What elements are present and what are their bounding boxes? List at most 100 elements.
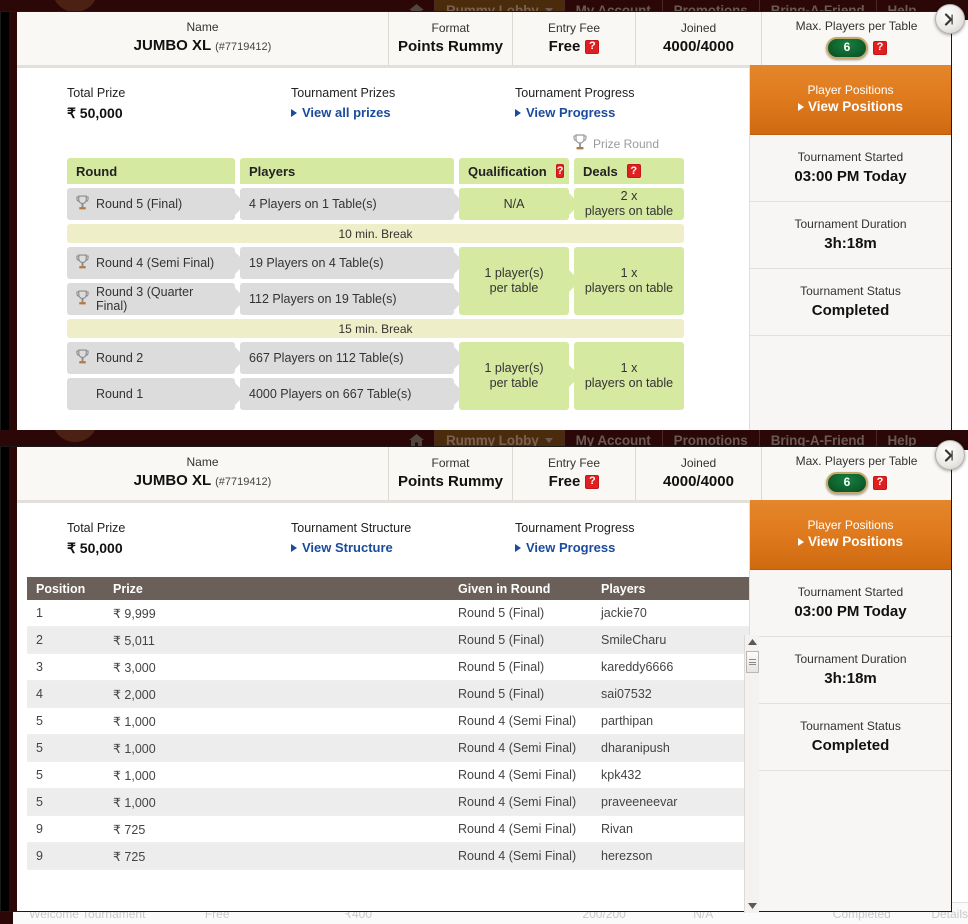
header-format-cell: Format Points Rummy — [389, 447, 513, 500]
tournament-header-bar-top: Name JUMBO XL (#7719412) Format Points R… — [17, 12, 951, 65]
cell-position: 5 — [36, 741, 43, 755]
entry-fee-help-icon[interactable]: ? — [585, 474, 600, 489]
tournament-sidebar-bottom: Player Positions View Positions Tourname… — [749, 500, 951, 911]
view-progress-link[interactable]: View Progress — [515, 105, 739, 120]
structure-table: Round Players Qualification ? Deals ? Ro… — [17, 154, 749, 410]
view-all-prizes-link[interactable]: View all prizes — [291, 105, 515, 120]
cell-position: 2 — [36, 633, 43, 647]
break-bar-10min: 10 min. Break — [67, 224, 684, 243]
entry-fee-label: Entry Fee — [547, 456, 601, 470]
summary-label: Total Prize — [67, 86, 126, 100]
joined-value: 4000/4000 — [663, 38, 734, 55]
tournament-status-block: Tournament Status Completed — [750, 269, 951, 336]
tournament-structure-panel: Name JUMBO XL (#7719412) Format Points R… — [0, 11, 952, 436]
max-players-badge: 6 — [826, 36, 868, 59]
col-header-players: Players — [240, 158, 454, 184]
structure-players-cell: 4 Players on 1 Table(s) — [240, 188, 454, 220]
logo-orb — [52, 430, 98, 442]
players-column: 19 Players on 4 Table(s) 112 Players on … — [240, 247, 454, 315]
panel-expander-button-bottom[interactable] — [935, 440, 965, 470]
block-label: Tournament Status — [800, 719, 901, 733]
view-positions-link[interactable]: View Positions — [758, 534, 943, 549]
header-name-cell: Name JUMBO XL (#7719412) — [17, 12, 389, 65]
trophy-icon — [573, 134, 587, 154]
cell-position: 9 — [36, 822, 43, 836]
round-label: Round 2 — [96, 351, 144, 365]
total-prize-value: ₹ 50,000 — [67, 540, 123, 556]
qualification-help-icon[interactable]: ? — [555, 164, 565, 178]
players-label: 4000 Players on 667 Table(s) — [249, 387, 412, 401]
panel-left-rail — [1, 447, 17, 911]
tournament-prizes-panel: Name JUMBO XL (#7719412) Format Points R… — [0, 446, 952, 912]
table-row: 5 ₹ 1,000 Round 4 (Semi Final) kpk432 — [27, 762, 767, 789]
summary-label: Tournament Progress — [515, 86, 635, 100]
round-label: Round 4 (Semi Final) — [96, 256, 215, 270]
scroll-up-arrow-icon[interactable] — [745, 635, 760, 649]
table-row: 3 ₹ 3,000 Round 5 (Final) kareddy6666 — [27, 654, 767, 681]
block-value: 03:00 PM Today — [794, 168, 907, 185]
scroll-down-arrow-icon[interactable] — [745, 899, 760, 913]
tournament-duration-block: Tournament Duration 3h:18m — [750, 637, 951, 704]
players-label: 667 Players on 112 Table(s) — [249, 351, 404, 365]
link-label: View all prizes — [302, 105, 391, 120]
break-label: 15 min. Break — [338, 321, 413, 336]
panel-top-body: Total Prize ₹ 50,000 Tournament Prizes V… — [17, 65, 951, 435]
structure-main-area: Total Prize ₹ 50,000 Tournament Prizes V… — [17, 65, 749, 435]
max-players-badge: 6 — [826, 471, 868, 494]
max-players-value-wrap: 6 ? — [826, 36, 887, 59]
triangle-right-icon — [291, 543, 297, 552]
chevron-down-icon — [544, 437, 553, 443]
view-structure-link[interactable]: View Structure — [291, 540, 515, 555]
player-positions-cta[interactable]: Player Positions View Positions — [750, 500, 951, 570]
tournament-started-block: Tournament Started 03:00 PM Today — [750, 135, 951, 202]
col-header-deals: Deals ? — [574, 158, 684, 184]
grip-lines-icon — [749, 658, 756, 667]
table-row: 5 ₹ 1,000 Round 4 (Semi Final) praveeneevar — [27, 789, 767, 816]
block-label: Tournament Status — [800, 284, 901, 298]
summary-tournament-prizes: Tournament Prizes View all prizes — [291, 85, 515, 122]
deals-basis: players on table — [584, 376, 674, 390]
table-row: 9 ₹ 725 Round 4 (Semi Final) herezson — [27, 843, 767, 870]
player-positions-label: Player Positions — [807, 518, 894, 532]
round-label: Round 5 (Final) — [96, 197, 183, 211]
player-positions-cta[interactable]: Player Positions View Positions — [750, 65, 951, 135]
tournament-id: (#7719412) — [215, 41, 272, 53]
cell-round: Round 5 (Final) — [458, 633, 545, 647]
screen-root: Welcome Tournament Free ₹400 200/200 N/A… — [0, 0, 968, 924]
break-bar-15min: 15 min. Break — [67, 319, 684, 338]
structure-qualification-cell: 1 player(s) per table — [459, 247, 569, 315]
max-players-help-icon[interactable]: ? — [873, 475, 887, 490]
prize-distribution-table: Position Prize Given in Round Players 1 ₹… — [27, 577, 767, 870]
cell-player: dharanipush — [601, 741, 670, 755]
header-joined-cell: Joined 4000/4000 — [636, 12, 762, 65]
col-label: Players — [249, 163, 296, 179]
deals-help-icon[interactable]: ? — [626, 164, 641, 178]
structure-players-cell: 19 Players on 4 Table(s) — [240, 247, 454, 279]
summary-tournament-progress: Tournament Progress View Progress — [515, 85, 739, 122]
entry-fee-help-icon[interactable]: ? — [585, 39, 600, 54]
entry-fee-value: Free — [548, 473, 581, 490]
block-label: Tournament Duration — [794, 652, 907, 666]
scrollbar-thumb[interactable] — [746, 651, 759, 673]
structure-deals-cell: 1 x players on table — [574, 342, 684, 410]
col-header-round: Round — [67, 158, 235, 184]
structure-group-semi-quarter: Round 4 (Semi Final) Round 3 (Quarter Fi… — [67, 247, 749, 315]
panel-expander-button-top[interactable] — [935, 4, 965, 34]
structure-round-cell: Round 4 (Semi Final) — [67, 247, 235, 279]
max-players-help-icon[interactable]: ? — [873, 40, 887, 55]
block-value: 3h:18m — [824, 670, 877, 687]
tournament-duration-block: Tournament Duration 3h:18m — [750, 202, 951, 269]
qualification-value: N/A — [503, 197, 525, 211]
cell-player: kareddy6666 — [601, 660, 674, 674]
cell-position: 3 — [36, 660, 43, 674]
block-value: Completed — [811, 737, 890, 754]
summary-label: Tournament Prizes — [291, 86, 396, 100]
view-progress-link[interactable]: View Progress — [515, 540, 739, 555]
deals-multiplier: 1 x — [620, 361, 638, 375]
prize-table-scrollbar[interactable] — [744, 635, 759, 913]
trophy-icon — [76, 348, 89, 368]
summary-label: Total Prize — [67, 521, 126, 535]
col-header-given-in-round: Given in Round — [458, 581, 551, 596]
view-positions-link[interactable]: View Positions — [758, 99, 943, 114]
col-header-qualification: Qualification ? — [459, 158, 569, 184]
